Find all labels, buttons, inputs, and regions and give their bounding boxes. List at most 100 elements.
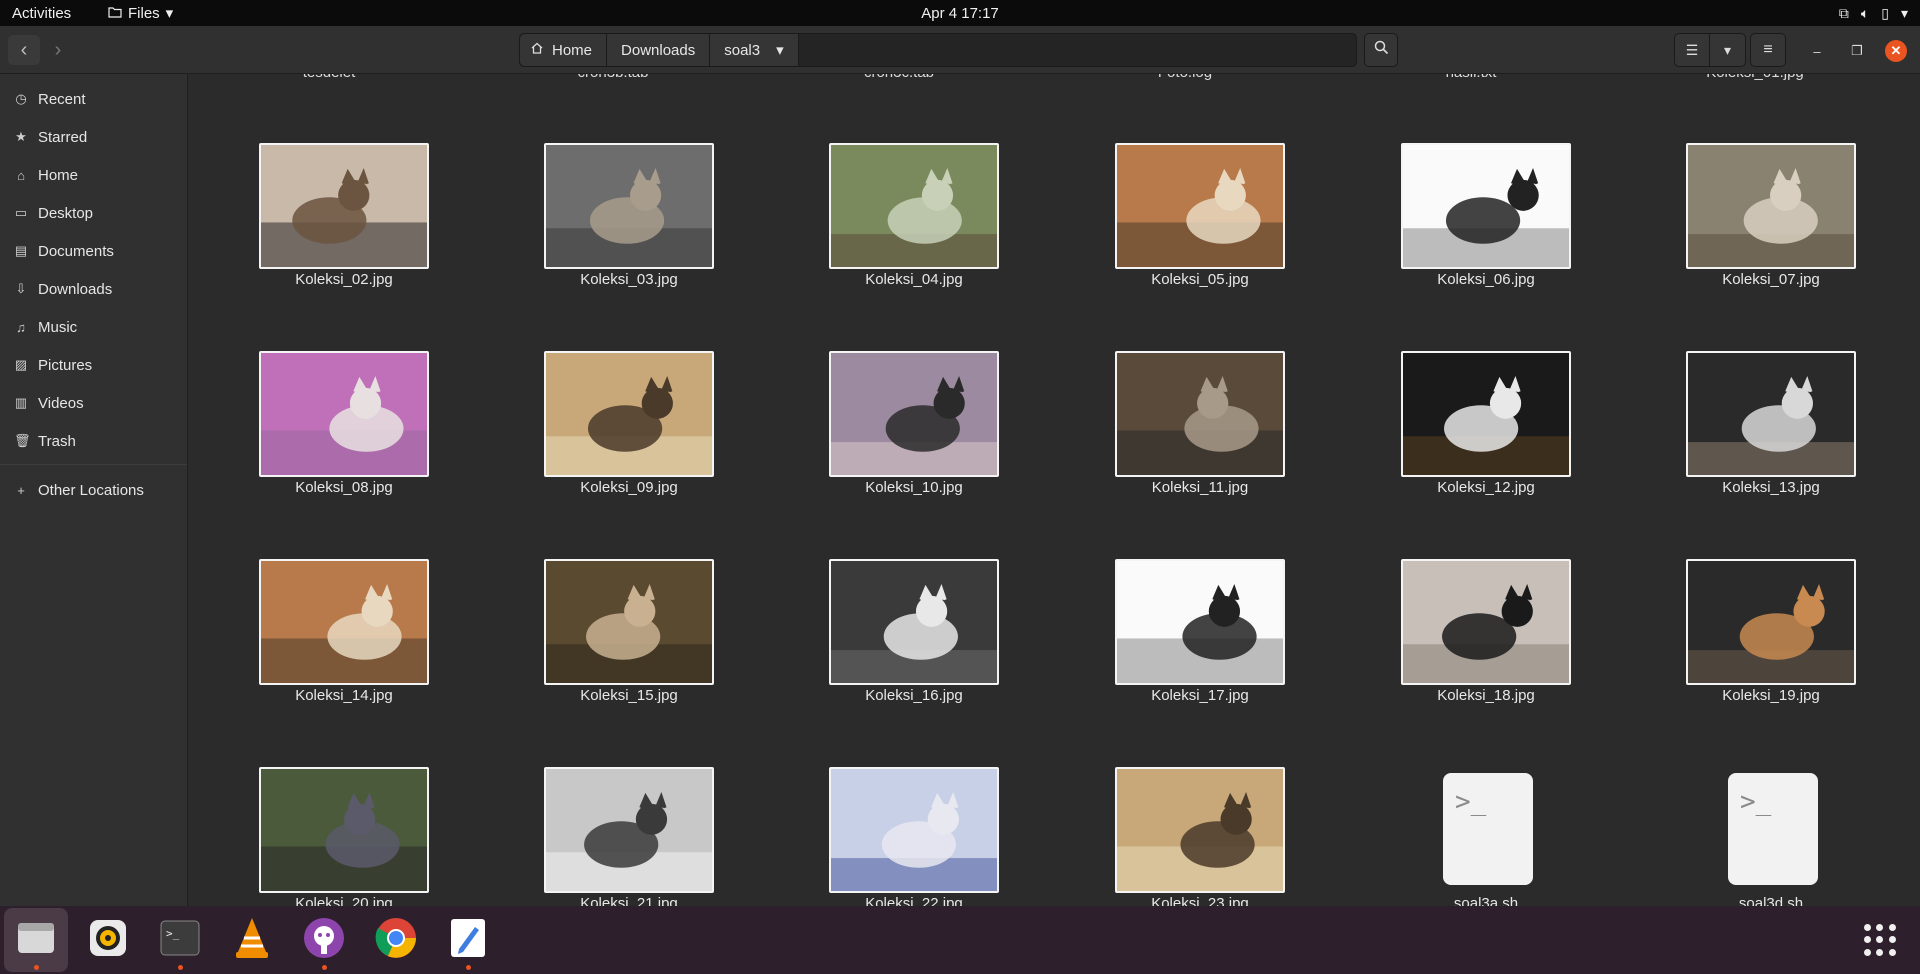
breadcrumb-downloads[interactable]: Downloads bbox=[607, 34, 711, 66]
grid-dot bbox=[1864, 948, 1871, 956]
file-item[interactable]: Koleksi_21.jpg bbox=[514, 767, 714, 906]
dock-terminal[interactable]: >_ bbox=[148, 908, 212, 972]
file-item[interactable]: Koleksi_06.jpg bbox=[1371, 143, 1571, 343]
main-menu-button[interactable]: ≡ bbox=[1750, 33, 1786, 67]
music-icon: ♫ bbox=[16, 319, 26, 335]
file-label: Koleksi_19.jpg bbox=[1722, 687, 1820, 704]
image-thumbnail bbox=[544, 559, 714, 685]
file-item[interactable]: >_ soal3a.sh bbox=[1371, 767, 1571, 906]
file-item[interactable]: Koleksi_07.jpg bbox=[1656, 143, 1856, 343]
clock[interactable]: Apr 4 17:17 bbox=[921, 5, 999, 22]
file-item[interactable]: Koleksi_09.jpg bbox=[514, 351, 714, 551]
file-label: Koleksi_02.jpg bbox=[295, 271, 393, 288]
file-label: Koleksi_16.jpg bbox=[865, 687, 963, 704]
star-icon: ★ bbox=[15, 129, 27, 144]
dock-chrome[interactable] bbox=[364, 908, 428, 972]
sidebar-item-recent[interactable]: ◷ Recent bbox=[0, 80, 187, 118]
rhythmbox-icon bbox=[88, 918, 128, 963]
grid-dot bbox=[1888, 936, 1896, 944]
list-view-icon: ☰ bbox=[1685, 41, 1699, 58]
sidebar-item-starred[interactable]: ★ Starred bbox=[0, 118, 187, 156]
chevron-left-icon: ‹ bbox=[20, 38, 28, 61]
sidebar: ◷ Recent ★ Starred ⌂ Home ▭ Desktop ▤ Documen… bbox=[0, 74, 188, 906]
list-view-button[interactable]: ☰ bbox=[1674, 33, 1710, 67]
file-item[interactable]: Koleksi_16.jpg bbox=[799, 559, 999, 759]
file-item[interactable]: Koleksi_02.jpg bbox=[229, 143, 429, 343]
image-thumbnail bbox=[544, 767, 714, 893]
svg-text:>_: >_ bbox=[166, 927, 180, 940]
desktop-icon: ▭ bbox=[14, 205, 28, 220]
file-item[interactable]: Koleksi_19.jpg bbox=[1656, 559, 1856, 759]
video-icon: ▥ bbox=[14, 395, 28, 410]
view-options-button[interactable]: ▾ bbox=[1710, 33, 1746, 67]
grid-dot bbox=[1876, 924, 1884, 931]
app-menu[interactable]: Files ▾ bbox=[108, 4, 173, 22]
file-item[interactable]: Koleksi_17.jpg bbox=[1085, 559, 1285, 759]
file-item[interactable]: >_ soal3d.sh bbox=[1656, 767, 1856, 906]
file-label: Koleksi_01.jpg bbox=[1675, 74, 1835, 81]
sidebar-item-trash[interactable]: 🗑︎ Trash bbox=[0, 422, 187, 460]
file-label: Koleksi_21.jpg bbox=[580, 895, 678, 906]
sidebar-item-videos[interactable]: ▥ Videos bbox=[0, 384, 187, 422]
sidebar-item-other-locations[interactable]: + Other Locations bbox=[0, 471, 187, 509]
sidebar-item-label: Trash bbox=[38, 432, 76, 450]
sidebar-item-label: Pictures bbox=[38, 356, 93, 374]
system-tray[interactable]: ⧉ 🔈︎ ▯ ▾ bbox=[1839, 5, 1908, 22]
hamburger-icon: ≡ bbox=[1763, 41, 1773, 58]
file-item[interactable]: Koleksi_04.jpg bbox=[799, 143, 999, 343]
sidebar-item-home[interactable]: ⌂ Home bbox=[0, 156, 187, 194]
close-icon: ✕ bbox=[1890, 43, 1902, 58]
breadcrumb-home[interactable]: Home bbox=[520, 34, 608, 66]
search-button[interactable] bbox=[1364, 33, 1398, 67]
chevron-down-icon: ▾ bbox=[1900, 4, 1908, 21]
file-label: Koleksi_14.jpg bbox=[295, 687, 393, 704]
view-toggle-group: ☰ ▾ bbox=[1674, 33, 1746, 67]
maximize-button[interactable]: ❐ bbox=[1846, 40, 1868, 62]
file-item[interactable]: Koleksi_12.jpg bbox=[1371, 351, 1571, 551]
dock-files[interactable] bbox=[4, 908, 68, 972]
grid-dot bbox=[1888, 948, 1896, 956]
plus-icon: + bbox=[17, 482, 25, 498]
sidebar-item-desktop[interactable]: ▭ Desktop bbox=[0, 194, 187, 232]
image-thumbnail bbox=[259, 143, 429, 269]
file-item[interactable]: Koleksi_05.jpg bbox=[1085, 143, 1285, 343]
file-item[interactable]: Koleksi_13.jpg bbox=[1656, 351, 1856, 551]
minimize-button[interactable]: – bbox=[1806, 40, 1828, 62]
back-button[interactable]: ‹ bbox=[8, 35, 40, 65]
file-item[interactable]: Koleksi_03.jpg bbox=[514, 143, 714, 343]
breadcrumb-soal3[interactable]: soal3 ▾ bbox=[710, 34, 799, 66]
sidebar-item-label: Starred bbox=[38, 128, 88, 146]
file-label: soal3a.sh bbox=[1453, 895, 1519, 906]
show-applications-button[interactable] bbox=[1864, 924, 1896, 956]
file-grid[interactable]: tesdelet cron3b.tab cron3c.tab Foto.log hasi… bbox=[189, 74, 1920, 906]
file-item[interactable]: Koleksi_20.jpg bbox=[229, 767, 429, 906]
file-item[interactable]: Koleksi_10.jpg bbox=[799, 351, 999, 551]
file-label: cron3b.tab bbox=[533, 74, 693, 81]
file-item[interactable]: Koleksi_23.jpg bbox=[1085, 767, 1285, 906]
close-button[interactable]: ✕ bbox=[1885, 40, 1907, 62]
file-item[interactable]: Koleksi_15.jpg bbox=[514, 559, 714, 759]
file-item[interactable]: Koleksi_14.jpg bbox=[229, 559, 429, 759]
file-item[interactable]: Koleksi_11.jpg bbox=[1085, 351, 1285, 551]
file-item[interactable]: Koleksi_22.jpg bbox=[799, 767, 999, 906]
file-item[interactable]: Koleksi_18.jpg bbox=[1371, 559, 1571, 759]
activities-button[interactable]: Activities bbox=[0, 5, 100, 22]
sidebar-item-pictures[interactable]: ▨ Pictures bbox=[0, 346, 187, 384]
home-icon bbox=[530, 41, 544, 59]
dock-github[interactable] bbox=[292, 908, 356, 972]
sidebar-item-music[interactable]: ♫ Music bbox=[0, 308, 187, 346]
dock-text-editor[interactable] bbox=[436, 908, 500, 972]
file-item[interactable]: Koleksi_08.jpg bbox=[229, 351, 429, 551]
file-label: Koleksi_09.jpg bbox=[580, 479, 678, 496]
sidebar-item-downloads[interactable]: ⇩ Downloads bbox=[0, 270, 187, 308]
chevron-right-icon: › bbox=[54, 38, 62, 61]
dock-vlc[interactable] bbox=[220, 908, 284, 972]
image-thumbnail bbox=[1115, 351, 1285, 477]
text-editor-icon bbox=[449, 917, 487, 964]
grid-dot bbox=[1876, 948, 1884, 956]
chevron-down-icon: ▾ bbox=[1723, 41, 1732, 58]
shell-script-icon: >_ bbox=[1443, 773, 1533, 885]
dock-rhythmbox[interactable] bbox=[76, 908, 140, 972]
forward-button[interactable]: › bbox=[42, 35, 74, 65]
sidebar-item-documents[interactable]: ▤ Documents bbox=[0, 232, 187, 270]
